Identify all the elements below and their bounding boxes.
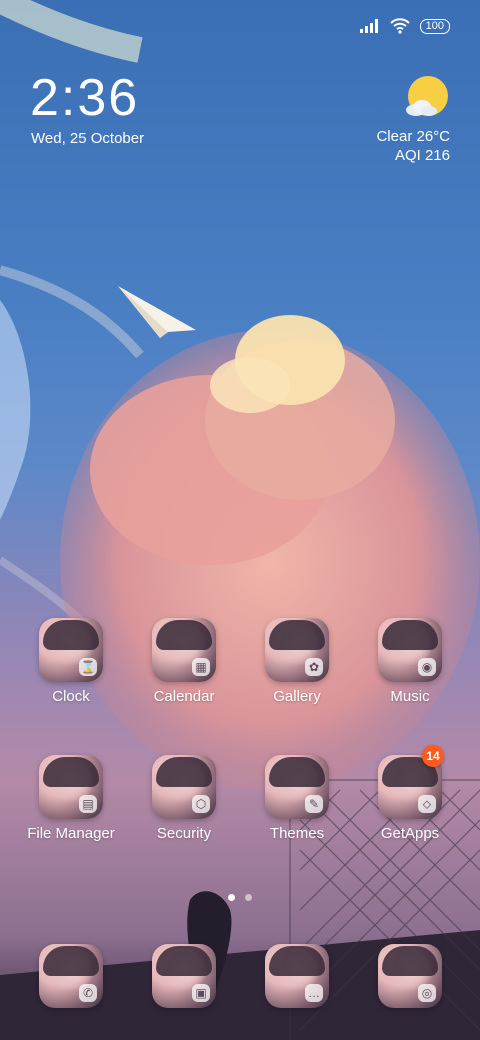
app-clock[interactable]: ⌛ Clock bbox=[15, 618, 127, 705]
brush-icon: ✎ bbox=[305, 795, 323, 813]
gallery-app-icon: ✿ bbox=[265, 618, 329, 682]
calendar-icon: ▦ bbox=[192, 658, 210, 676]
app-label: Clock bbox=[52, 688, 90, 705]
app-label: Music bbox=[390, 688, 430, 705]
battery-indicator: 100 bbox=[419, 18, 450, 34]
app-calendar[interactable]: ▦ Calendar bbox=[128, 618, 240, 705]
store-icon: ⬦ bbox=[418, 795, 436, 813]
chat-bubble-icon: … bbox=[305, 984, 323, 1002]
app-label: File Manager bbox=[27, 825, 115, 842]
dock-browser[interactable]: ◎ bbox=[354, 944, 466, 1008]
app-label: GetApps bbox=[380, 825, 440, 842]
security-app-icon: ⬡ bbox=[152, 755, 216, 819]
folder-icon: ▤ bbox=[79, 795, 97, 813]
contact-card-icon: ▣ bbox=[192, 984, 210, 1002]
flower-icon: ✿ bbox=[305, 658, 323, 676]
app-file-manager[interactable]: ▤ File Manager bbox=[15, 755, 127, 842]
hourglass-icon: ⌛ bbox=[79, 658, 97, 676]
notification-badge: 14 bbox=[422, 745, 444, 767]
phone-icon: ✆ bbox=[79, 984, 97, 1002]
page-dot-1[interactable] bbox=[228, 894, 235, 901]
dock-phone[interactable]: ✆ bbox=[15, 944, 127, 1008]
status-bar: 100 bbox=[359, 18, 450, 34]
disc-icon: ◉ bbox=[418, 658, 436, 676]
messages-app-icon: … bbox=[265, 944, 329, 1008]
clock-widget-date[interactable]: Wed, 25 October bbox=[31, 130, 144, 147]
browser-icon: ◎ bbox=[418, 984, 436, 1002]
themes-app-icon: ✎ bbox=[265, 755, 329, 819]
shield-icon: ⬡ bbox=[192, 795, 210, 813]
calendar-app-icon: ▦ bbox=[152, 618, 216, 682]
page-indicator[interactable] bbox=[0, 894, 480, 901]
file-manager-app-icon: ▤ bbox=[39, 755, 103, 819]
app-getapps[interactable]: ⬦ 14 GetApps bbox=[354, 745, 466, 842]
wifi-icon bbox=[389, 18, 410, 34]
sun-cloud-icon bbox=[402, 74, 450, 122]
dock-contacts[interactable]: ▣ bbox=[128, 944, 240, 1008]
music-app-icon: ◉ bbox=[378, 618, 442, 682]
phone-app-icon: ✆ bbox=[39, 944, 103, 1008]
clock-widget-time[interactable]: 2:36 bbox=[30, 70, 139, 126]
weather-aqi: AQI 216 bbox=[394, 147, 450, 164]
app-music[interactable]: ◉ Music bbox=[354, 618, 466, 705]
page-dot-2[interactable] bbox=[245, 894, 252, 901]
dock-messages[interactable]: … bbox=[241, 944, 353, 1008]
app-gallery[interactable]: ✿ Gallery bbox=[241, 618, 353, 705]
app-label: Themes bbox=[269, 825, 325, 842]
weather-condition: Clear 26°C bbox=[376, 128, 450, 145]
browser-app-icon: ◎ bbox=[378, 944, 442, 1008]
contacts-app-icon: ▣ bbox=[152, 944, 216, 1008]
app-themes[interactable]: ✎ Themes bbox=[241, 755, 353, 842]
signal-icon bbox=[359, 19, 378, 33]
app-label: Security bbox=[156, 825, 212, 842]
app-label: Gallery bbox=[273, 688, 321, 705]
app-label: Calendar bbox=[153, 688, 215, 705]
weather-widget[interactable]: Clear 26°C AQI 216 bbox=[376, 74, 450, 164]
clock-app-icon: ⌛ bbox=[39, 618, 103, 682]
app-security[interactable]: ⬡ Security bbox=[128, 755, 240, 842]
